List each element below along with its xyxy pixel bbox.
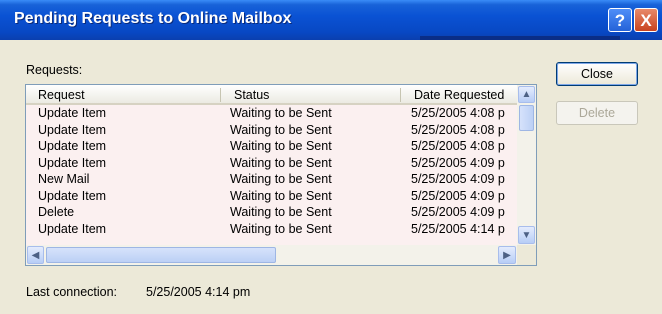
requests-list[interactable]: Request Status Date Requested Update Ite… bbox=[25, 84, 537, 266]
cell-request: Update Item bbox=[38, 221, 107, 236]
cell-status: Waiting to be Sent bbox=[230, 205, 332, 219]
last-connection-label: Last connection: bbox=[26, 285, 118, 299]
column-header-date[interactable]: Date Requested bbox=[414, 88, 504, 102]
cell-date: 5/25/2005 4:08 p bbox=[411, 106, 505, 120]
cell-request: Update Item bbox=[38, 188, 107, 203]
scrollbar-corner bbox=[517, 245, 536, 265]
scroll-left-icon[interactable]: ◀ bbox=[27, 246, 44, 264]
column-divider[interactable] bbox=[400, 88, 401, 102]
cell-request: Update Item bbox=[38, 155, 107, 170]
cell-request: Update Item bbox=[38, 139, 107, 153]
window-title: Pending Requests to Online Mailbox bbox=[14, 10, 292, 27]
cell-date: 5/25/2005 4:09 p bbox=[411, 188, 505, 203]
delete-button[interactable]: Delete bbox=[556, 101, 638, 125]
scroll-up-icon[interactable]: ▲ bbox=[518, 86, 535, 103]
cell-status: Waiting to be Sent bbox=[230, 172, 332, 186]
list-row[interactable]: Update Item Waiting to be Sent 5/25/2005 4… bbox=[26, 188, 517, 205]
horizontal-scroll-thumb[interactable] bbox=[46, 247, 276, 263]
column-header-request[interactable]: Request bbox=[38, 88, 85, 102]
cell-status: Waiting to be Sent bbox=[230, 139, 332, 153]
list-row[interactable]: Update Item Waiting to be Sent 5/25/2005 4… bbox=[26, 122, 517, 139]
cell-status: Waiting to be Sent bbox=[230, 188, 332, 203]
cell-date: 5/25/2005 4:08 p bbox=[411, 122, 505, 137]
column-header-status[interactable]: Status bbox=[234, 88, 269, 102]
cell-status: Waiting to be Sent bbox=[230, 155, 332, 170]
list-rows: Update Item Waiting to be Sent 5/25/2005 4… bbox=[26, 105, 517, 245]
scroll-right-icon[interactable]: ▶ bbox=[498, 246, 516, 264]
horizontal-scrollbar[interactable]: ◀ ▶ bbox=[26, 245, 517, 265]
list-row[interactable]: Update Item Waiting to be Sent 5/25/2005 4… bbox=[26, 155, 517, 172]
list-row[interactable]: Update Item Waiting to be Sent 5/25/2005 4… bbox=[26, 138, 517, 155]
dialog-window: Pending Requests to Online Mailbox ? X R… bbox=[0, 0, 662, 314]
list-row[interactable]: Delete Waiting to be Sent 5/25/2005 4:09 p bbox=[26, 204, 517, 221]
cell-date: 5/25/2005 4:09 p bbox=[411, 205, 505, 219]
cell-date: 5/25/2005 4:09 p bbox=[411, 172, 505, 186]
cell-request: New Mail bbox=[38, 172, 90, 186]
requests-label: Requests: bbox=[26, 63, 83, 77]
scroll-down-icon[interactable]: ▼ bbox=[518, 226, 535, 244]
cell-date: 5/25/2005 4:08 p bbox=[411, 139, 505, 153]
title-bar[interactable]: Pending Requests to Online Mailbox ? X bbox=[0, 0, 662, 40]
title-bar-shadow bbox=[420, 36, 620, 40]
cell-date: 5/25/2005 4:14 p bbox=[411, 221, 505, 236]
close-window-button[interactable]: X bbox=[634, 8, 658, 32]
cell-date: 5/25/2005 4:09 p bbox=[411, 155, 505, 170]
list-header: Request Status Date Requested bbox=[26, 85, 517, 105]
column-divider[interactable] bbox=[220, 88, 221, 102]
list-row[interactable]: Update Item Waiting to be Sent 5/25/2005 4… bbox=[26, 221, 517, 238]
cell-status: Waiting to be Sent bbox=[230, 106, 332, 120]
last-connection-value: 5/25/2005 4:14 pm bbox=[146, 285, 251, 299]
help-button[interactable]: ? bbox=[608, 8, 632, 32]
list-row[interactable]: Update Item Waiting to be Sent 5/25/2005 4… bbox=[26, 105, 517, 122]
cell-request: Update Item bbox=[38, 122, 107, 137]
list-row[interactable]: New Mail Waiting to be Sent 5/25/2005 4:09… bbox=[26, 171, 517, 188]
vertical-scrollbar[interactable]: ▲ ▼ bbox=[517, 85, 536, 245]
vertical-scroll-thumb[interactable] bbox=[519, 105, 534, 131]
close-button[interactable]: Close bbox=[556, 62, 638, 86]
cell-status: Waiting to be Sent bbox=[230, 221, 332, 236]
cell-status: Waiting to be Sent bbox=[230, 122, 332, 137]
cell-request: Update Item bbox=[38, 106, 107, 120]
cell-request: Delete bbox=[38, 205, 75, 219]
